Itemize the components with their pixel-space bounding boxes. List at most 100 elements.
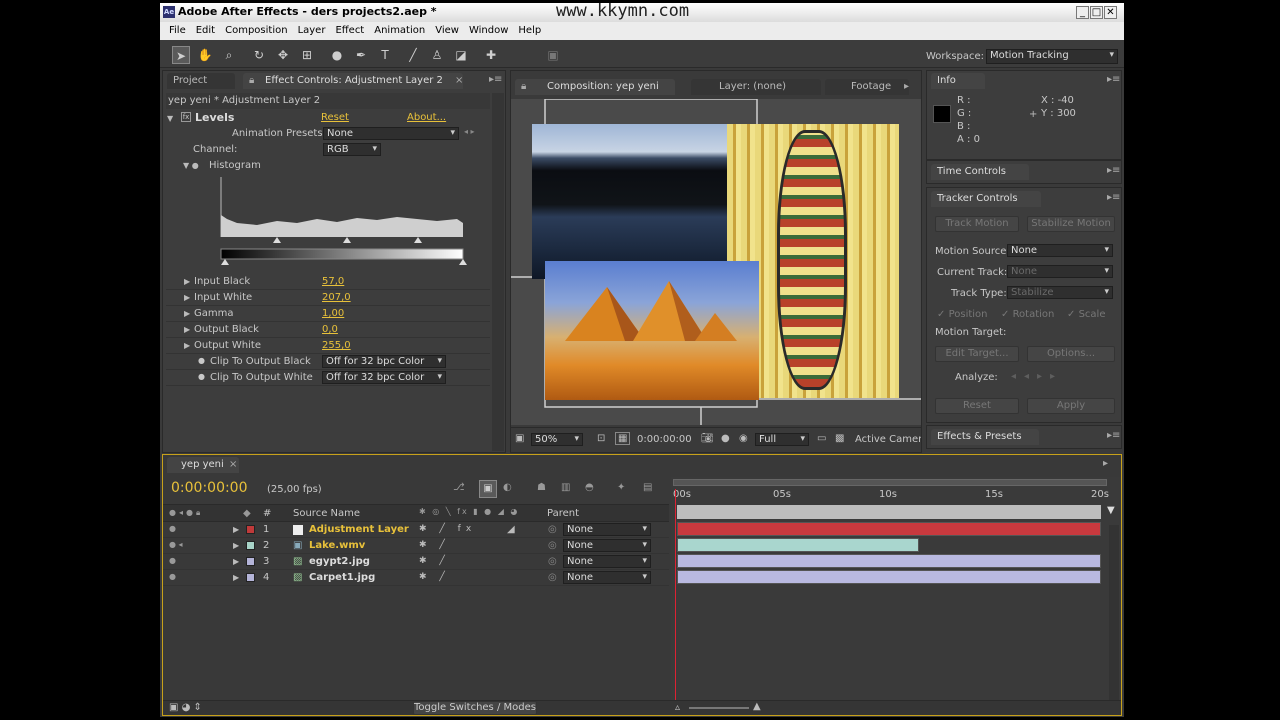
layer-switches[interactable]: ✱ ╱ <box>419 556 450 566</box>
layer-switches[interactable]: ✱ ╱ fx <box>419 524 476 534</box>
visibility-icon[interactable]: ● <box>169 524 176 533</box>
panel-menu-icon[interactable]: ▸≡ <box>489 74 502 85</box>
track-type-dropdown[interactable]: Stabilize <box>1007 286 1113 299</box>
work-area-end-icon[interactable]: ▼ <box>1107 505 1115 516</box>
layer-duration-bar[interactable] <box>677 570 1101 584</box>
hide-shy-icon[interactable]: ☗ <box>537 482 546 493</box>
stabilize-motion-button[interactable]: Stabilize Motion <box>1027 216 1115 232</box>
histogram-expand-icon[interactable]: ▼ ● <box>183 161 199 170</box>
menu-file[interactable]: File <box>164 22 191 40</box>
rotate-tool-icon[interactable]: ↻ <box>250 46 268 64</box>
param-value[interactable]: 207,0 <box>322 292 351 303</box>
parent-dropdown[interactable]: None <box>563 571 651 584</box>
param-value[interactable]: 1,00 <box>322 308 344 319</box>
tracker-apply-button[interactable]: Apply <box>1027 398 1115 414</box>
comp-panel-menu-icon[interactable]: ▸ <box>904 81 909 92</box>
time-panel-menu-icon[interactable]: ▸≡ <box>1107 165 1120 176</box>
pick-whip-icon[interactable]: ◎ <box>548 540 557 551</box>
visibility-icon[interactable]: ● <box>169 572 176 581</box>
tab-time-controls[interactable]: Time Controls <box>931 164 1029 180</box>
layer-name[interactable]: Adjustment Layer <box>309 524 409 535</box>
maximize-button[interactable]: □ <box>1090 6 1103 19</box>
color-icon[interactable]: ◉ <box>739 433 748 444</box>
rotation-checkbox[interactable]: ✓ Rotation <box>1001 309 1054 320</box>
clip-white-dropdown[interactable]: Off for 32 bpc Color <box>322 371 446 384</box>
tab-info[interactable]: Info <box>931 73 985 89</box>
snapshot-icon[interactable]: 📷︎ <box>701 433 714 444</box>
layer-switches[interactable]: ✱ ╱ <box>419 572 450 582</box>
type-tool-icon[interactable]: T <box>376 46 394 64</box>
live-update-icon[interactable]: ▣ <box>479 480 497 498</box>
zoom-out-icon[interactable]: ▵ <box>675 702 680 713</box>
levels-expand-icon[interactable]: ▼ <box>167 113 173 124</box>
label-color-swatch[interactable] <box>246 573 255 582</box>
toggle-switches-modes-button[interactable]: Toggle Switches / Modes <box>413 701 537 715</box>
visibility-icon[interactable]: ● ◂ <box>169 540 183 549</box>
tab-project[interactable]: Project <box>167 73 235 89</box>
always-preview-icon[interactable]: ▣ <box>515 433 524 444</box>
tab-effect-controls[interactable]: Effect Controls: Adjustment Layer 2 <box>243 73 463 89</box>
zoom-dropdown[interactable]: 50% <box>531 433 583 446</box>
tracker-reset-button[interactable]: Reset <box>935 398 1019 414</box>
pan-behind-tool-icon[interactable]: ⊞ <box>298 46 316 64</box>
layer-row-3[interactable]: ● ▶ 3 ▨ egypt2.jpg ✱ ╱ ◎ None <box>163 554 669 570</box>
menu-help[interactable]: Help <box>513 22 546 40</box>
region-of-interest-icon[interactable]: ▭ <box>817 433 826 444</box>
effects-panel-menu-icon[interactable]: ▸≡ <box>1107 430 1120 441</box>
menu-view[interactable]: View <box>430 22 464 40</box>
tracker-panel-menu-icon[interactable]: ▸≡ <box>1107 192 1120 203</box>
channel-dropdown[interactable]: RGB <box>323 143 381 156</box>
edit-target-button[interactable]: Edit Target... <box>935 346 1019 362</box>
layer-row-2[interactable]: ● ◂ ▶ 2 ▣ Lake.wmv ✱ ╱ ◎ None <box>163 538 669 554</box>
label-color-swatch[interactable] <box>246 557 255 566</box>
puppet-tool-icon[interactable]: ✚ <box>482 46 500 64</box>
menu-window[interactable]: Window <box>464 22 513 40</box>
camera-tool-icon[interactable]: ✥ <box>274 46 292 64</box>
param-value[interactable]: 57,0 <box>322 276 344 287</box>
layer-duration-bar[interactable] <box>677 538 919 552</box>
pick-whip-icon[interactable]: ◎ <box>548 524 557 535</box>
tab-layer[interactable]: Layer: (none) <box>691 79 821 95</box>
comp-timecode[interactable]: 0:00:00:00 <box>637 434 692 445</box>
param-value[interactable]: 0,0 <box>322 324 338 335</box>
zoom-tool-icon[interactable]: ⌕ <box>220 46 238 64</box>
parent-dropdown[interactable]: None <box>563 555 651 568</box>
timeline-graph-area[interactable]: 00s 05s 10s 15s 20s ▼ <box>671 477 1121 713</box>
shape-tool-icon[interactable]: ● <box>328 46 346 64</box>
draft-3d-icon[interactable]: ◐ <box>503 482 512 493</box>
tab-tracker-controls[interactable]: Tracker Controls <box>931 191 1041 207</box>
current-track-dropdown[interactable]: None <box>1007 265 1113 278</box>
comp-mini-flowchart-icon[interactable]: ⎇ <box>453 482 465 493</box>
scale-checkbox[interactable]: ✓ Scale <box>1067 309 1105 320</box>
menu-animation[interactable]: Animation <box>369 22 430 40</box>
zoom-in-icon[interactable]: ▲ <box>753 701 761 712</box>
layer-row-4[interactable]: ● ▶ 4 ▨ Carpet1.jpg ✱ ╱ ◎ None <box>163 570 669 586</box>
tab-composition[interactable]: Composition: yep yeni <box>515 79 675 95</box>
grid-icon[interactable]: ▦ <box>615 432 631 445</box>
clone-stamp-tool-icon[interactable]: ♙ <box>428 46 446 64</box>
param-value[interactable]: 255,0 <box>322 340 351 351</box>
levels-reset-link[interactable]: Reset <box>321 112 349 123</box>
position-checkbox[interactable]: ✓ Position <box>937 309 988 320</box>
track-motion-button[interactable]: Track Motion <box>935 216 1019 232</box>
layer-row-1[interactable]: ● ▶ 1 Adjustment Layer ✱ ╱ fx ◢ ◎ None <box>163 522 669 538</box>
layer-name[interactable]: Carpet1.jpg <box>309 572 375 583</box>
current-time-indicator[interactable] <box>675 489 676 711</box>
motion-blur-icon[interactable]: ◓ <box>585 482 594 493</box>
options-button[interactable]: Options... <box>1027 346 1115 362</box>
time-navigator[interactable] <box>673 479 1107 486</box>
layer-name[interactable]: egypt2.jpg <box>309 556 370 567</box>
fx-toggle-icon[interactable]: fx <box>181 112 191 122</box>
channel-icon[interactable]: ● <box>721 433 730 444</box>
graph-editor-icon[interactable]: ✦ <box>617 482 625 493</box>
selection-tool-icon[interactable]: ➤ <box>172 46 190 64</box>
parent-dropdown[interactable]: None <box>563 539 651 552</box>
time-ruler[interactable]: 00s 05s 10s 15s 20s <box>673 489 1109 503</box>
motion-source-dropdown[interactable]: None <box>1007 244 1113 257</box>
pen-tool-icon[interactable]: ✒ <box>352 46 370 64</box>
effect-scrollbar[interactable] <box>492 93 504 451</box>
camera-dropdown[interactable]: Active Camera <box>855 434 921 445</box>
tab-footage[interactable]: Footage <box>825 79 909 95</box>
label-color-swatch[interactable] <box>246 525 255 534</box>
clip-black-dropdown[interactable]: Off for 32 bpc Color <box>322 355 446 368</box>
